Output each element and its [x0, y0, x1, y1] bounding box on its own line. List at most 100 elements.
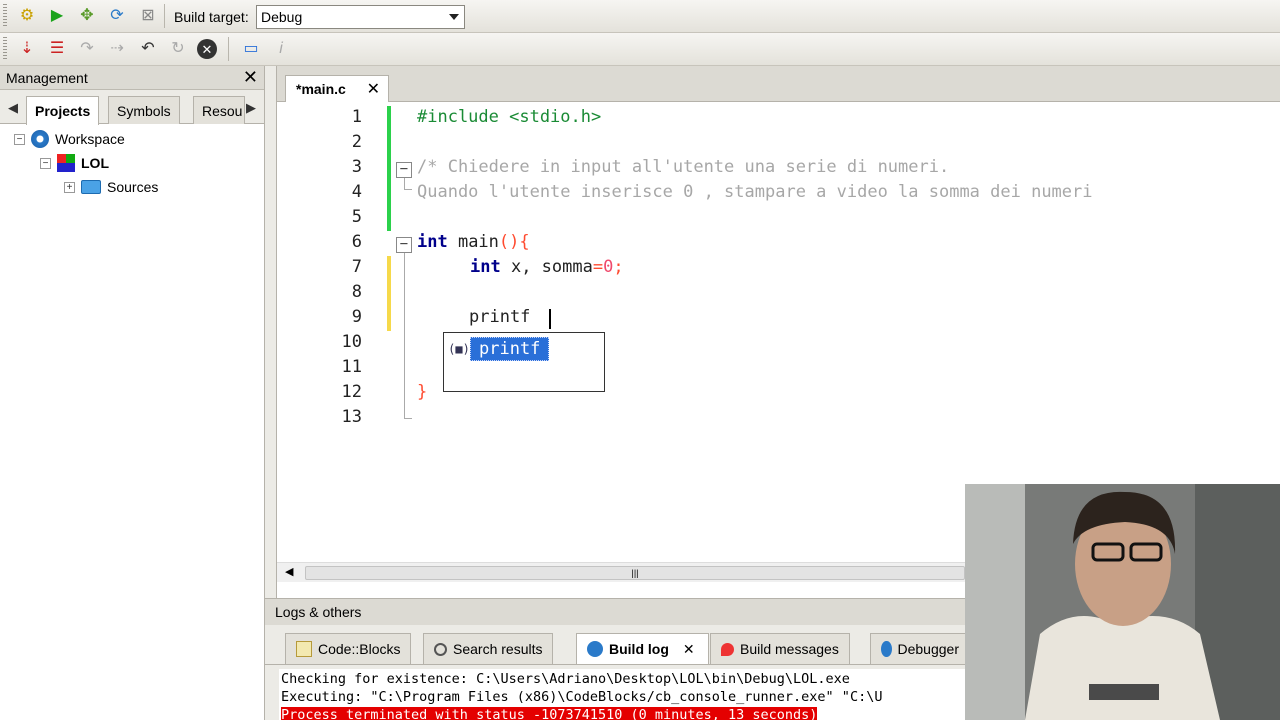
fold-toggle-icon[interactable]: −	[396, 162, 412, 178]
function-symbol-icon: (■)	[448, 342, 470, 356]
ide-window: ⚙ ▶ ✥ ⟳ ⊠ Build target: Debug ⇣ ☰ ↷ ⇢ ↶ …	[0, 0, 1280, 720]
gear-icon	[881, 641, 892, 657]
tab-projects-label: Projects	[35, 103, 91, 119]
next-instruction-icon[interactable]: ↻	[167, 38, 189, 60]
code-line-3: /* Chiedere in input all'utente una seri…	[417, 157, 950, 177]
debug-continue-icon[interactable]: ⇣	[16, 38, 38, 60]
tab-resources[interactable]: Resou	[193, 96, 245, 124]
tab-symbols[interactable]: Symbols	[108, 96, 180, 124]
chevron-down-icon	[449, 14, 459, 20]
step-out-icon[interactable]: ↶	[137, 38, 159, 60]
line-number: 7	[351, 257, 362, 277]
text-cursor	[549, 309, 551, 329]
folder-icon	[81, 180, 101, 194]
keyword-int: int	[417, 232, 448, 252]
tab-build-log-label: Build log	[609, 641, 669, 657]
tab-debugger-label: Debugger	[897, 641, 960, 657]
tab-scroll-right-icon[interactable]: ▶	[246, 100, 256, 116]
logs-title: Logs & others	[275, 604, 362, 620]
paren-brace: (){	[498, 232, 530, 252]
fold-line-end	[404, 189, 412, 190]
log-line: Checking for existence: C:\Users\Adriano…	[281, 671, 850, 687]
tab-resources-label: Resou	[202, 103, 243, 119]
collapse-icon[interactable]: −	[14, 133, 25, 145]
management-header: Management ✕	[0, 66, 264, 90]
tab-build-messages-label: Build messages	[740, 641, 839, 657]
toolbar-grip[interactable]	[3, 4, 7, 28]
project-label: LOL	[81, 155, 109, 171]
project-icon	[57, 154, 75, 172]
log-line: Executing: "C:\Program Files (x86)\CodeB…	[281, 689, 883, 705]
close-icon[interactable]: ✕	[683, 641, 695, 658]
tab-symbols-label: Symbols	[117, 103, 171, 119]
scroll-left-icon[interactable]: ◀	[285, 565, 293, 578]
tab-main-c[interactable]: *main.c ✕	[285, 75, 389, 102]
collapse-icon[interactable]: −	[40, 157, 51, 169]
management-panel: Management ✕ ◀ Projects Symbols Resou ▶ …	[0, 66, 265, 720]
line-number: 3	[351, 157, 362, 177]
tree-node-project[interactable]: − LOL	[40, 152, 109, 174]
expand-icon[interactable]: +	[64, 181, 75, 193]
workspace-label: Workspace	[55, 131, 125, 147]
line-number: 4	[351, 182, 362, 202]
tab-debugger[interactable]: Debugger	[870, 633, 970, 664]
rebuild-icon[interactable]: ⟳	[106, 5, 128, 27]
pin-icon	[721, 642, 734, 656]
tree-node-sources[interactable]: + Sources	[64, 176, 158, 198]
project-tree: − Workspace − LOL + Sources	[0, 124, 264, 195]
line-number: 6	[351, 232, 362, 252]
line-number: 8	[351, 282, 362, 302]
editor-tabs: *main.c ✕	[277, 66, 1280, 102]
build-target-label: Build target:	[174, 9, 249, 25]
tab-search-results-label: Search results	[453, 641, 543, 657]
log-line-error: Process terminated with status -10737415…	[281, 707, 818, 720]
tab-search-results[interactable]: Search results	[423, 633, 554, 664]
stop-debugger-icon[interactable]: ✕	[197, 39, 217, 59]
tab-scroll-left-icon[interactable]: ◀	[8, 100, 18, 116]
code-line-6: int main(){	[417, 232, 530, 252]
fold-line	[404, 253, 405, 419]
close-icon[interactable]: ✕	[243, 67, 258, 88]
line-number: 12	[341, 382, 362, 402]
tab-build-messages[interactable]: Build messages	[710, 633, 850, 664]
toolbar-grip[interactable]	[3, 37, 7, 61]
build-target-value: Debug	[261, 9, 303, 25]
toolbar-separator	[228, 37, 229, 61]
code-line-1: #include <stdio.h>	[417, 107, 602, 127]
webcam-overlay	[965, 484, 1280, 720]
debug-toolbar: ⇣ ☰ ↷ ⇢ ↶ ↻ ✕ ▭ i	[0, 33, 1280, 66]
semicolon: ;	[613, 257, 624, 277]
function-name: main	[447, 232, 499, 252]
debugging-windows-icon[interactable]: ▭	[240, 38, 262, 60]
tab-build-log[interactable]: Build log ✕	[576, 633, 709, 664]
run-icon[interactable]: ▶	[46, 5, 68, 27]
code-line-12: }	[417, 382, 428, 402]
line-number: 5	[351, 207, 362, 227]
run-to-cursor-icon[interactable]: ☰	[46, 38, 68, 60]
step-into-icon[interactable]: ⇢	[106, 38, 128, 60]
number-literal: 0	[603, 257, 614, 277]
line-number: 9	[351, 307, 362, 327]
build-target-select[interactable]: Debug	[256, 5, 465, 29]
webcam-image	[965, 484, 1280, 720]
assign-operator: =	[592, 257, 604, 277]
build-gear-icon[interactable]: ⚙	[16, 5, 38, 27]
code-line-4: Quando l'utente inserisce 0 , stampare a…	[417, 182, 1093, 202]
tree-node-workspace[interactable]: − Workspace	[14, 128, 125, 150]
line-number: 13	[341, 407, 362, 427]
fold-toggle-icon[interactable]: −	[396, 237, 412, 253]
close-icon[interactable]: ✕	[367, 79, 380, 99]
autocomplete-item[interactable]: (■) printf	[448, 337, 550, 361]
build-toolbar: ⚙ ▶ ✥ ⟳ ⊠ Build target: Debug	[0, 0, 1280, 33]
tab-codeblocks[interactable]: Code::Blocks	[285, 633, 412, 664]
note-icon	[296, 641, 312, 657]
next-line-icon[interactable]: ↷	[76, 38, 98, 60]
unsaved-change-marker	[387, 256, 391, 331]
tab-projects[interactable]: Projects	[26, 96, 100, 125]
scrollbar-thumb[interactable]: |||	[305, 566, 965, 580]
abort-icon[interactable]: ⊠	[137, 5, 159, 27]
line-number: 10	[341, 332, 362, 352]
horizontal-scrollbar[interactable]: ◀ |||	[277, 562, 967, 582]
build-and-run-icon[interactable]: ✥	[76, 5, 98, 27]
info-icon[interactable]: i	[270, 38, 292, 60]
